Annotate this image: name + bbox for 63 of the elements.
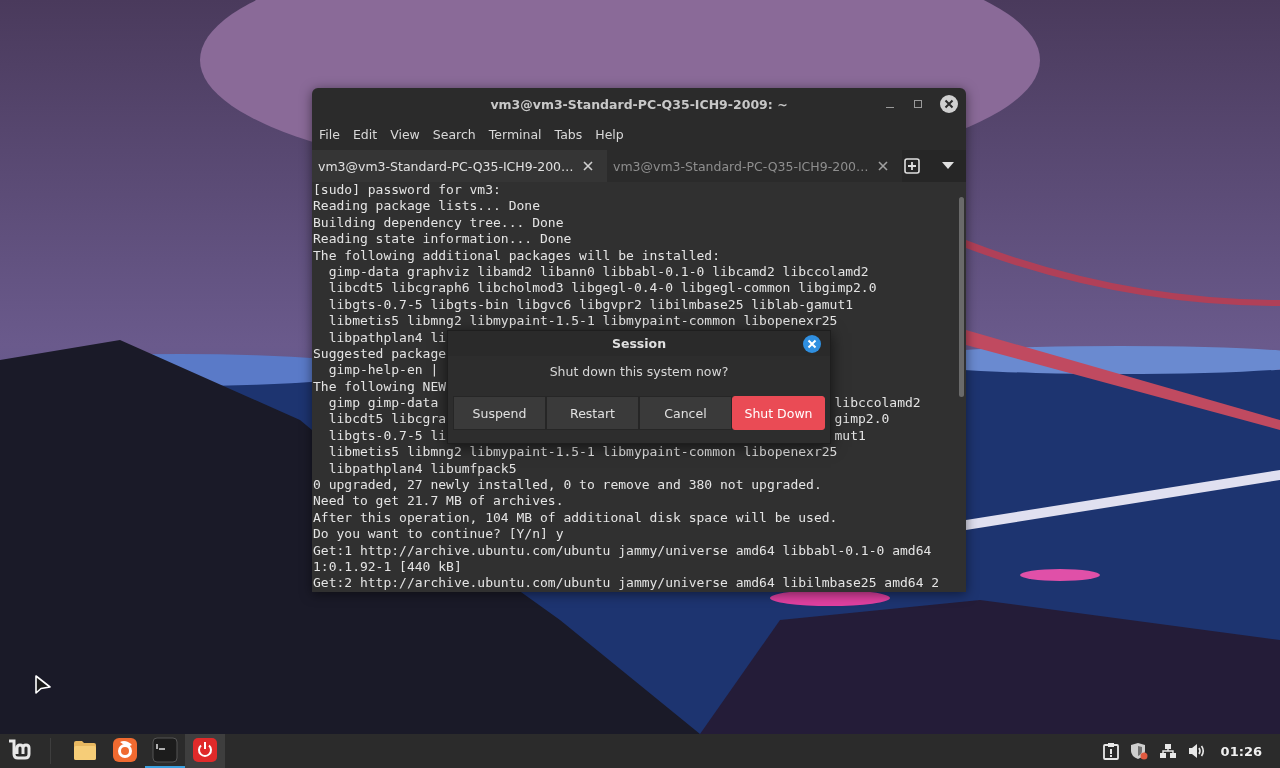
terminal-line: libmetis5 libmng2 libmypaint-1.5-1 libmypaint-common libopenexr25 <box>327 444 838 460</box>
terminal-line: Building dependency tree... Done <box>313 214 564 230</box>
terminal-line: 1:0.1.92-1 [440 kB] <box>313 559 462 574</box>
menu-item[interactable]: Terminal <box>488 124 549 144</box>
terminal-line: libcdt5 libcgra <box>327 411 447 427</box>
terminal-line: Suggested package <box>313 345 447 361</box>
terminal-line: gimp-data graphviz libamd2 libann0 libbabl-0.1-0 libcamd2 libccolamd2 <box>327 263 869 279</box>
terminal-line: Reading package lists... Done <box>313 198 540 214</box>
terminal-line: libcdt5 libcgraph6 libcholmod3 libgegl-0.4-0 libgegl-common libgimp2.0 <box>327 280 877 296</box>
dialog-message: Shut down this system now? <box>548 363 730 381</box>
close-icon[interactable] <box>803 335 821 353</box>
terminal-line: After this operation, 104 MB of additional disk space will be used. <box>313 509 838 525</box>
dialog-button[interactable]: Restart <box>546 396 639 430</box>
terminal-line: gimp gimp-data <box>327 395 439 411</box>
terminal-line: libpathplan4 libumfpack5 <box>327 460 517 476</box>
menu-item[interactable]: Help <box>595 124 631 144</box>
terminal-line: Get:2 http://archive.ubuntu.com/ubuntu jammy/universe amd64 libilmbase25 amd64 2 <box>313 575 940 591</box>
window-title: vm3@vm3-Standard-PC-Q35-ICH9-2009: ~ <box>490 96 788 112</box>
clipboard-alert-icon[interactable] <box>1102 742 1119 760</box>
terminal-line: 0 upgraded, 27 newly installed, 0 to remove and 380 not upgraded. <box>313 477 822 493</box>
network-icon[interactable] <box>1158 743 1177 759</box>
menu-item[interactable]: View <box>390 124 427 144</box>
dialog-button[interactable]: Suspend <box>453 396 546 430</box>
terminal-line: [sudo] password for vm3: <box>313 182 501 197</box>
terminal-line: Reading state information... Done <box>313 231 572 247</box>
shield-icon[interactable] <box>1129 742 1148 760</box>
close-icon[interactable] <box>940 95 958 113</box>
terminal-line: libpathplan4 li <box>327 329 447 345</box>
clock[interactable]: 01:26 <box>1220 743 1262 759</box>
volume-icon[interactable] <box>1187 743 1206 759</box>
close-icon[interactable] <box>583 161 593 171</box>
maximize-icon[interactable] <box>912 98 924 110</box>
power-icon <box>192 737 218 763</box>
dropdown-icon[interactable] <box>942 162 954 170</box>
dialog-title: Session <box>611 336 667 351</box>
dialog-button[interactable]: Cancel <box>639 396 732 430</box>
terminal-line: Need to get 21.7 MB of archives. <box>313 493 564 509</box>
terminal-line: The following additional packages will be installed: <box>313 247 720 263</box>
terminal-line: libgts-0.7-5 libgts-bin libgvc6 libgvpr2 libilmbase25 liblab-gamut1 <box>327 296 854 312</box>
terminal-line: gimp2.0 <box>834 411 890 428</box>
terminal-line: gimp-help-en | <box>327 362 439 378</box>
terminal-line: Get:1 http://archive.ubuntu.com/ubuntu jammy/universe amd64 libbabl-0.1-0 amd64 <box>313 542 932 558</box>
terminal-line: Do you want to continue? [Y/n] y <box>313 526 564 542</box>
terminal-line: libccolamd2 <box>834 395 921 412</box>
menu-item[interactable]: File <box>319 124 347 144</box>
terminal-line: mut1 <box>834 427 866 445</box>
terminal-line: libgts-0.7-5 li <box>327 427 447 443</box>
browser-icon <box>112 737 138 763</box>
menu-item[interactable]: Edit <box>352 124 385 144</box>
terminal-icon <box>152 737 178 763</box>
terminal-tab[interactable]: vm3@vm3-Standard-PC-Q35-ICH9-200… <box>312 150 607 182</box>
scrollbar-thumb[interactable] <box>959 197 964 397</box>
terminal-tab[interactable]: vm3@vm3-Standard-PC-Q35-ICH9-200… <box>607 150 902 182</box>
menu-item[interactable]: Tabs <box>554 124 590 144</box>
terminal-line: The following NEW <box>313 378 447 394</box>
menu-item[interactable]: Search <box>432 124 483 144</box>
taskbar-launcher[interactable] <box>185 734 225 768</box>
terminal-line: libmetis5 libmng2 libmypaint-1.5-1 libmypaint-common libopenexr25 <box>327 313 838 329</box>
dialog-button[interactable]: Shut Down <box>732 396 825 430</box>
taskbar-launcher[interactable] <box>145 734 185 768</box>
new-tab-icon[interactable] <box>904 158 920 174</box>
mouse-pointer-icon <box>34 674 52 696</box>
mint-logo-icon <box>8 739 34 763</box>
